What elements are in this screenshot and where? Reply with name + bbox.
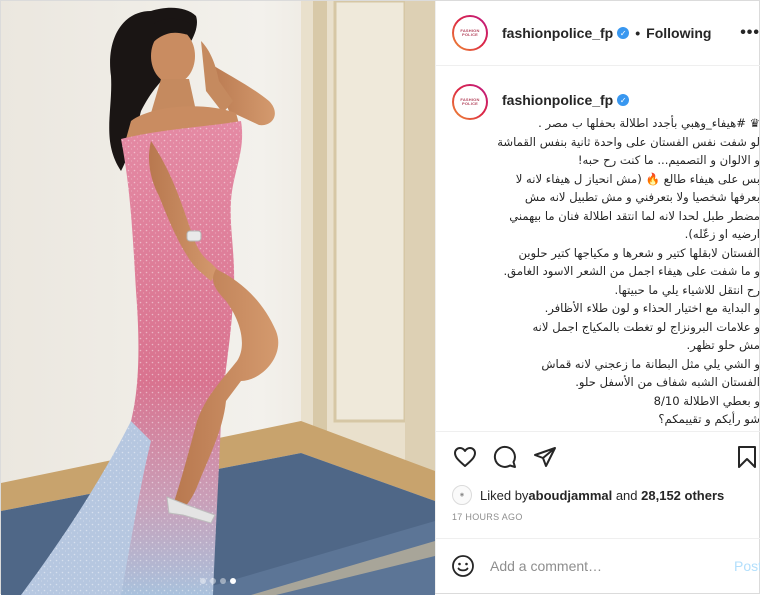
carousel-dot[interactable] bbox=[200, 578, 206, 584]
bookmark-icon[interactable] bbox=[732, 442, 760, 472]
photo-illustration bbox=[1, 1, 435, 595]
post-time-ago[interactable]: 17 HOURS AGO bbox=[436, 508, 760, 532]
carousel-indicator bbox=[1, 578, 435, 584]
caption-line: ارضيه او زعّله). bbox=[684, 227, 760, 242]
header-username[interactable]: fashionpolice_fp bbox=[502, 25, 613, 41]
caption-line: رح انتقل للاشياء يلي ما حبيتها. bbox=[614, 282, 760, 297]
caption-line: ♛ #هيفاء_وهبي بأجدد اطلالة بحفلها ب مصر … bbox=[538, 116, 760, 131]
likes-line: ◉ Liked by aboudjammal and 28,152 others bbox=[436, 482, 760, 508]
caption-text: ♛ #هيفاء_وهبي بأجدد اطلالة بحفلها ب مصر … bbox=[497, 114, 760, 429]
more-icon[interactable]: ••• bbox=[740, 24, 760, 42]
caption-line: مضطر طبل لحدا لانه لما انتقد اطلالة فنان… bbox=[509, 208, 760, 223]
caption-line: بس على هيفاء طالع 🔥 (مش انحياز ل هيفاء ل… bbox=[515, 171, 760, 186]
caption-avatar-logo: FASHION POLICE bbox=[460, 96, 480, 107]
liker-avatar[interactable]: ◉ bbox=[452, 485, 472, 506]
caption-line: و علامات البرونزاج لو تغطت بالمكياج اجمل… bbox=[532, 319, 760, 334]
avatar-logo: FASHION POLICE bbox=[460, 27, 480, 38]
post-header: FASHION POLICE fashionpolice_fp ✓ • Foll… bbox=[436, 1, 760, 67]
caption-line: و البداية مع اختيار الحذاء و لون طلاء ال… bbox=[544, 301, 760, 316]
caption-line: الفستان الشبه شفاف من الأسفل حلو. bbox=[575, 375, 760, 390]
post-button[interactable]: Post bbox=[734, 558, 760, 574]
share-icon[interactable] bbox=[530, 442, 560, 472]
caption-avatar[interactable]: FASHION POLICE bbox=[452, 84, 488, 121]
emoji-icon[interactable] bbox=[450, 553, 476, 579]
caption-line: و الالوان و التصميم... ما كنت رح حبه! bbox=[577, 153, 760, 168]
caption-line: و الشي يلي مثل البطانة ما زعجني لانه قما… bbox=[541, 356, 760, 371]
carousel-dot[interactable] bbox=[220, 578, 226, 584]
caption-line: لو شفت نفس الفستان على واحدة ثانية بنفس … bbox=[497, 134, 760, 149]
header-separator: • bbox=[635, 25, 641, 42]
liker-username[interactable]: aboudjammal bbox=[528, 488, 612, 503]
verified-icon: ✓ bbox=[617, 27, 630, 40]
caption-username[interactable]: fashionpolice_fp bbox=[502, 92, 613, 108]
comment-icon[interactable] bbox=[490, 442, 520, 472]
likes-count[interactable]: 28,152 others bbox=[641, 488, 724, 503]
caption-line: الفستان لابقلها كتير و شعرها و مكياجها ك… bbox=[518, 245, 760, 260]
post-sidebar: FASHION POLICE fashionpolice_fp ✓ • Foll… bbox=[435, 1, 760, 593]
avatar[interactable]: FASHION POLICE bbox=[452, 15, 488, 52]
comments-area[interactable]: FASHION POLICE fashionpolice_fp ✓ ♛ #هيف… bbox=[436, 66, 760, 431]
caption-line: شو رأيكم و تقييمكم؟ bbox=[658, 412, 760, 427]
instagram-post: FASHION POLICE fashionpolice_fp ✓ • Foll… bbox=[0, 0, 760, 595]
caption-line: مش حلو تظهر. bbox=[686, 338, 760, 353]
heart-icon[interactable] bbox=[450, 442, 480, 472]
caption-line: بعرفها شخصيا ولا بتعرفني و مش تطبيل لانه… bbox=[524, 190, 760, 205]
carousel-dot[interactable] bbox=[210, 578, 216, 584]
likes-middle: and bbox=[612, 487, 642, 503]
post-photo[interactable] bbox=[1, 1, 435, 595]
comment-input[interactable] bbox=[490, 557, 734, 574]
following-button[interactable]: Following bbox=[646, 25, 711, 41]
action-bar bbox=[436, 430, 760, 482]
caption-line: و بعطي الاطلالة 8/10 bbox=[653, 393, 760, 408]
add-comment-bar: Post bbox=[436, 537, 760, 593]
carousel-dot[interactable] bbox=[230, 578, 236, 584]
caption-verified-icon: ✓ bbox=[617, 94, 630, 107]
likes-prefix: Liked by bbox=[480, 487, 529, 503]
caption-line: و ما شفت على هيفاء اجمل من الشعر الاسود … bbox=[503, 264, 760, 279]
